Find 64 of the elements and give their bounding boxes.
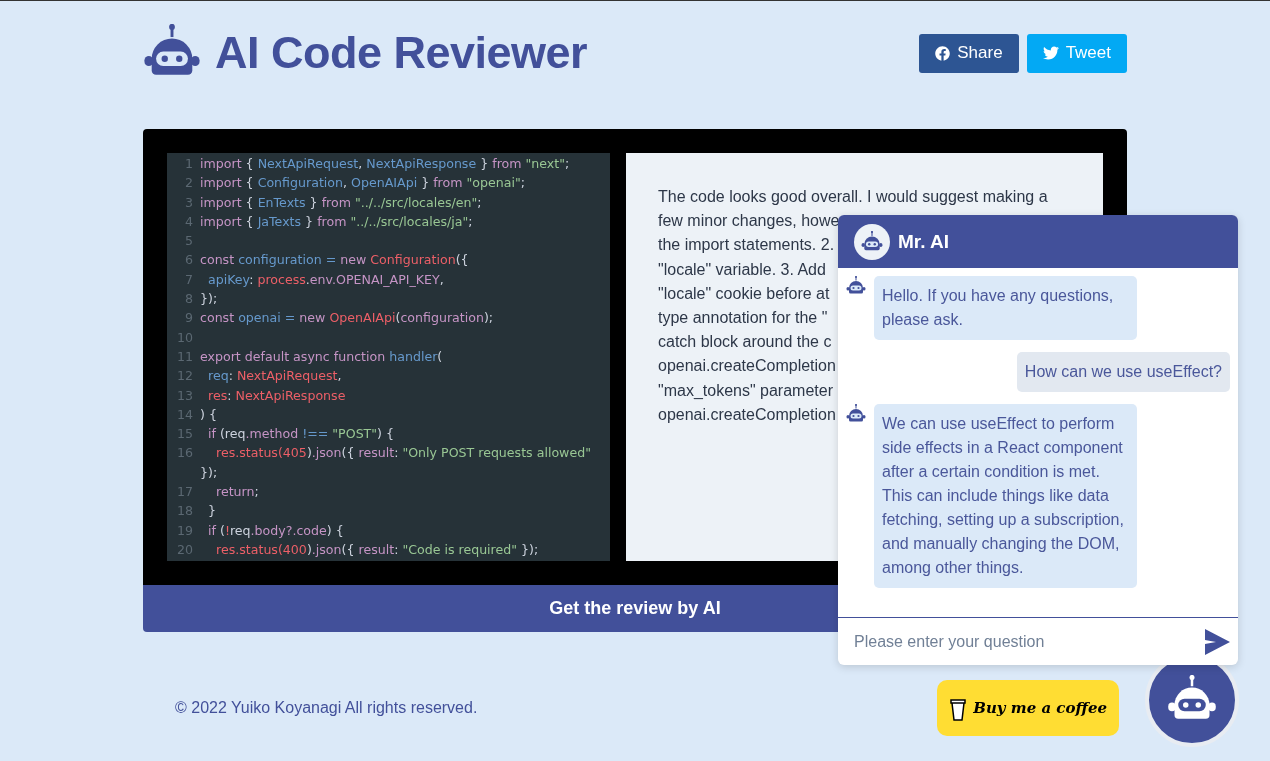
review-text: openai.createCompletion	[658, 356, 836, 377]
share-button[interactable]: Share	[919, 33, 1019, 73]
code-line: import { NextApiRequest, NextApiResponse } from "next";	[200, 155, 570, 173]
review-text: "max_tokens" parameter	[658, 380, 833, 401]
site-title: AI Code Reviewer	[215, 27, 588, 79]
code-line: });	[200, 290, 218, 309]
code-line: if (req.method !== "POST") {	[207, 425, 395, 444]
line-number: 14	[175, 405, 194, 424]
review-text: openai.createCompletion	[658, 404, 836, 425]
coffee-button[interactable]: Buy me a coffee	[937, 680, 1119, 736]
line-number: 16	[175, 444, 194, 463]
review-text: catch block around the c	[658, 332, 832, 353]
robot-icon	[846, 276, 866, 296]
code-line: res.status(405).json({ result: "Only POST requests allowed"	[215, 444, 591, 463]
robot-icon	[846, 404, 866, 424]
code-editor[interactable]	[167, 153, 610, 561]
code-line: ) {	[200, 405, 217, 424]
line-number: 9	[184, 309, 194, 328]
line-number: 7	[184, 270, 194, 289]
review-text: the import statements. 2.	[658, 235, 835, 256]
review-text: "locale" cookie before at	[658, 283, 830, 304]
facebook-icon	[935, 45, 951, 61]
code-line: });	[200, 463, 218, 482]
line-number: 12	[175, 367, 194, 386]
line-number: 8	[184, 290, 194, 309]
code-line: }	[207, 502, 217, 521]
code-line: if (!req.body?.code) {	[207, 521, 344, 540]
code-line: export default async function handler(	[200, 347, 443, 366]
user-message: How can we use useEffect?	[1016, 352, 1230, 392]
line-number: 20	[175, 540, 194, 559]
review-text: type annotation for the "	[658, 308, 828, 328]
line-number: 15	[175, 425, 194, 444]
bot-message: Hello. If you have any questions, please ask.	[874, 276, 1137, 340]
code-line: const openai = new OpenAIApi(configuration);	[200, 309, 494, 328]
line-number: 1	[184, 155, 194, 173]
line-number: 18	[175, 502, 194, 521]
code-line: return;	[215, 483, 259, 502]
review-text: The code looks good overall. I would suggest making a	[658, 187, 1048, 207]
line-number: 4	[184, 212, 194, 231]
code-line: import { Configuration, OpenAIApi } from "openai";	[200, 174, 525, 193]
copyright-text: © 2022 Yuiko Koyanagi All rights reserved.	[175, 699, 478, 717]
chat-title: Mr. AI	[898, 230, 950, 253]
code-line: res: NextApiResponse	[207, 386, 346, 405]
review-text: few minor changes, howe	[658, 211, 840, 232]
line-number: 17	[175, 483, 194, 502]
line-number: 10	[175, 328, 194, 347]
send-icon[interactable]	[1204, 628, 1230, 655]
line-number: 13	[175, 386, 194, 405]
code-line: res.status(400).json({ result: "Code is required" });	[215, 540, 539, 559]
review-text: "locale" variable. 3. Add	[658, 259, 826, 280]
code-line: const configuration = new Configuration({	[200, 251, 469, 270]
code-line: req: NextApiRequest,	[207, 367, 342, 386]
robot-icon	[861, 230, 883, 253]
bot-message: We can use useEffect to perform side effects in a React component after a certain condition is met. This can include things like data fetching, setting up a subscription, and manually changing the DOM, among other things.	[874, 404, 1137, 588]
code-line: import { JaTexts } from "../../src/locales/ja";	[200, 212, 473, 231]
code-line: apiKey: process.env.OPENAI_API_KEY,	[207, 270, 444, 289]
line-number: 3	[184, 193, 194, 212]
twitter-icon	[1042, 45, 1059, 61]
line-number: 5	[184, 232, 194, 251]
line-number: 19	[175, 521, 194, 540]
line-number: 2	[184, 174, 194, 193]
line-number: 11	[175, 347, 194, 366]
code-line: import { EnTexts } from "../../src/locales/en";	[200, 193, 482, 212]
line-number: 6	[184, 251, 194, 270]
